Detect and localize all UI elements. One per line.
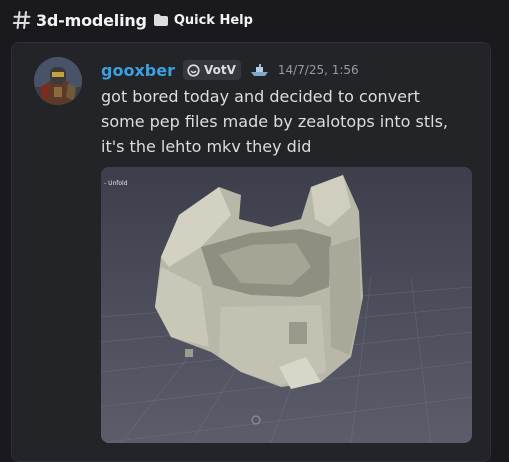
hash-icon xyxy=(12,11,31,29)
message-card: gooxber VotV 14/7/25, 1:56 got bored tod… xyxy=(11,42,491,462)
message-header: gooxber VotV 14/7/25, 1:56 xyxy=(101,59,359,81)
folder-icon xyxy=(153,14,168,26)
message-line: some pep files made by zealotops into st… xyxy=(101,112,448,131)
message-timestamp[interactable]: 14/7/25, 1:56 xyxy=(278,63,359,77)
server-tag-badge[interactable]: VotV xyxy=(182,60,241,80)
channel-name[interactable]: 3d-modeling xyxy=(36,11,147,30)
ship-icon[interactable] xyxy=(250,63,270,77)
message-content: got bored today and decided to convert s… xyxy=(101,84,481,159)
tag-icon xyxy=(187,63,200,77)
armor-model-render xyxy=(101,167,472,443)
breadcrumb-label[interactable]: Quick Help xyxy=(174,13,253,28)
tag-label: VotV xyxy=(203,63,236,77)
avatar-image xyxy=(34,57,82,105)
author-name[interactable]: gooxber xyxy=(101,61,175,80)
avatar[interactable] xyxy=(34,57,82,105)
message-line: it's the lehto mkv they did xyxy=(101,137,312,156)
viewport-label: - Unfold xyxy=(104,180,128,187)
image-attachment[interactable]: - Unfold xyxy=(101,167,472,443)
channel-header: 3d-modeling Quick Help xyxy=(0,0,509,40)
message-line: got bored today and decided to convert xyxy=(101,87,420,106)
